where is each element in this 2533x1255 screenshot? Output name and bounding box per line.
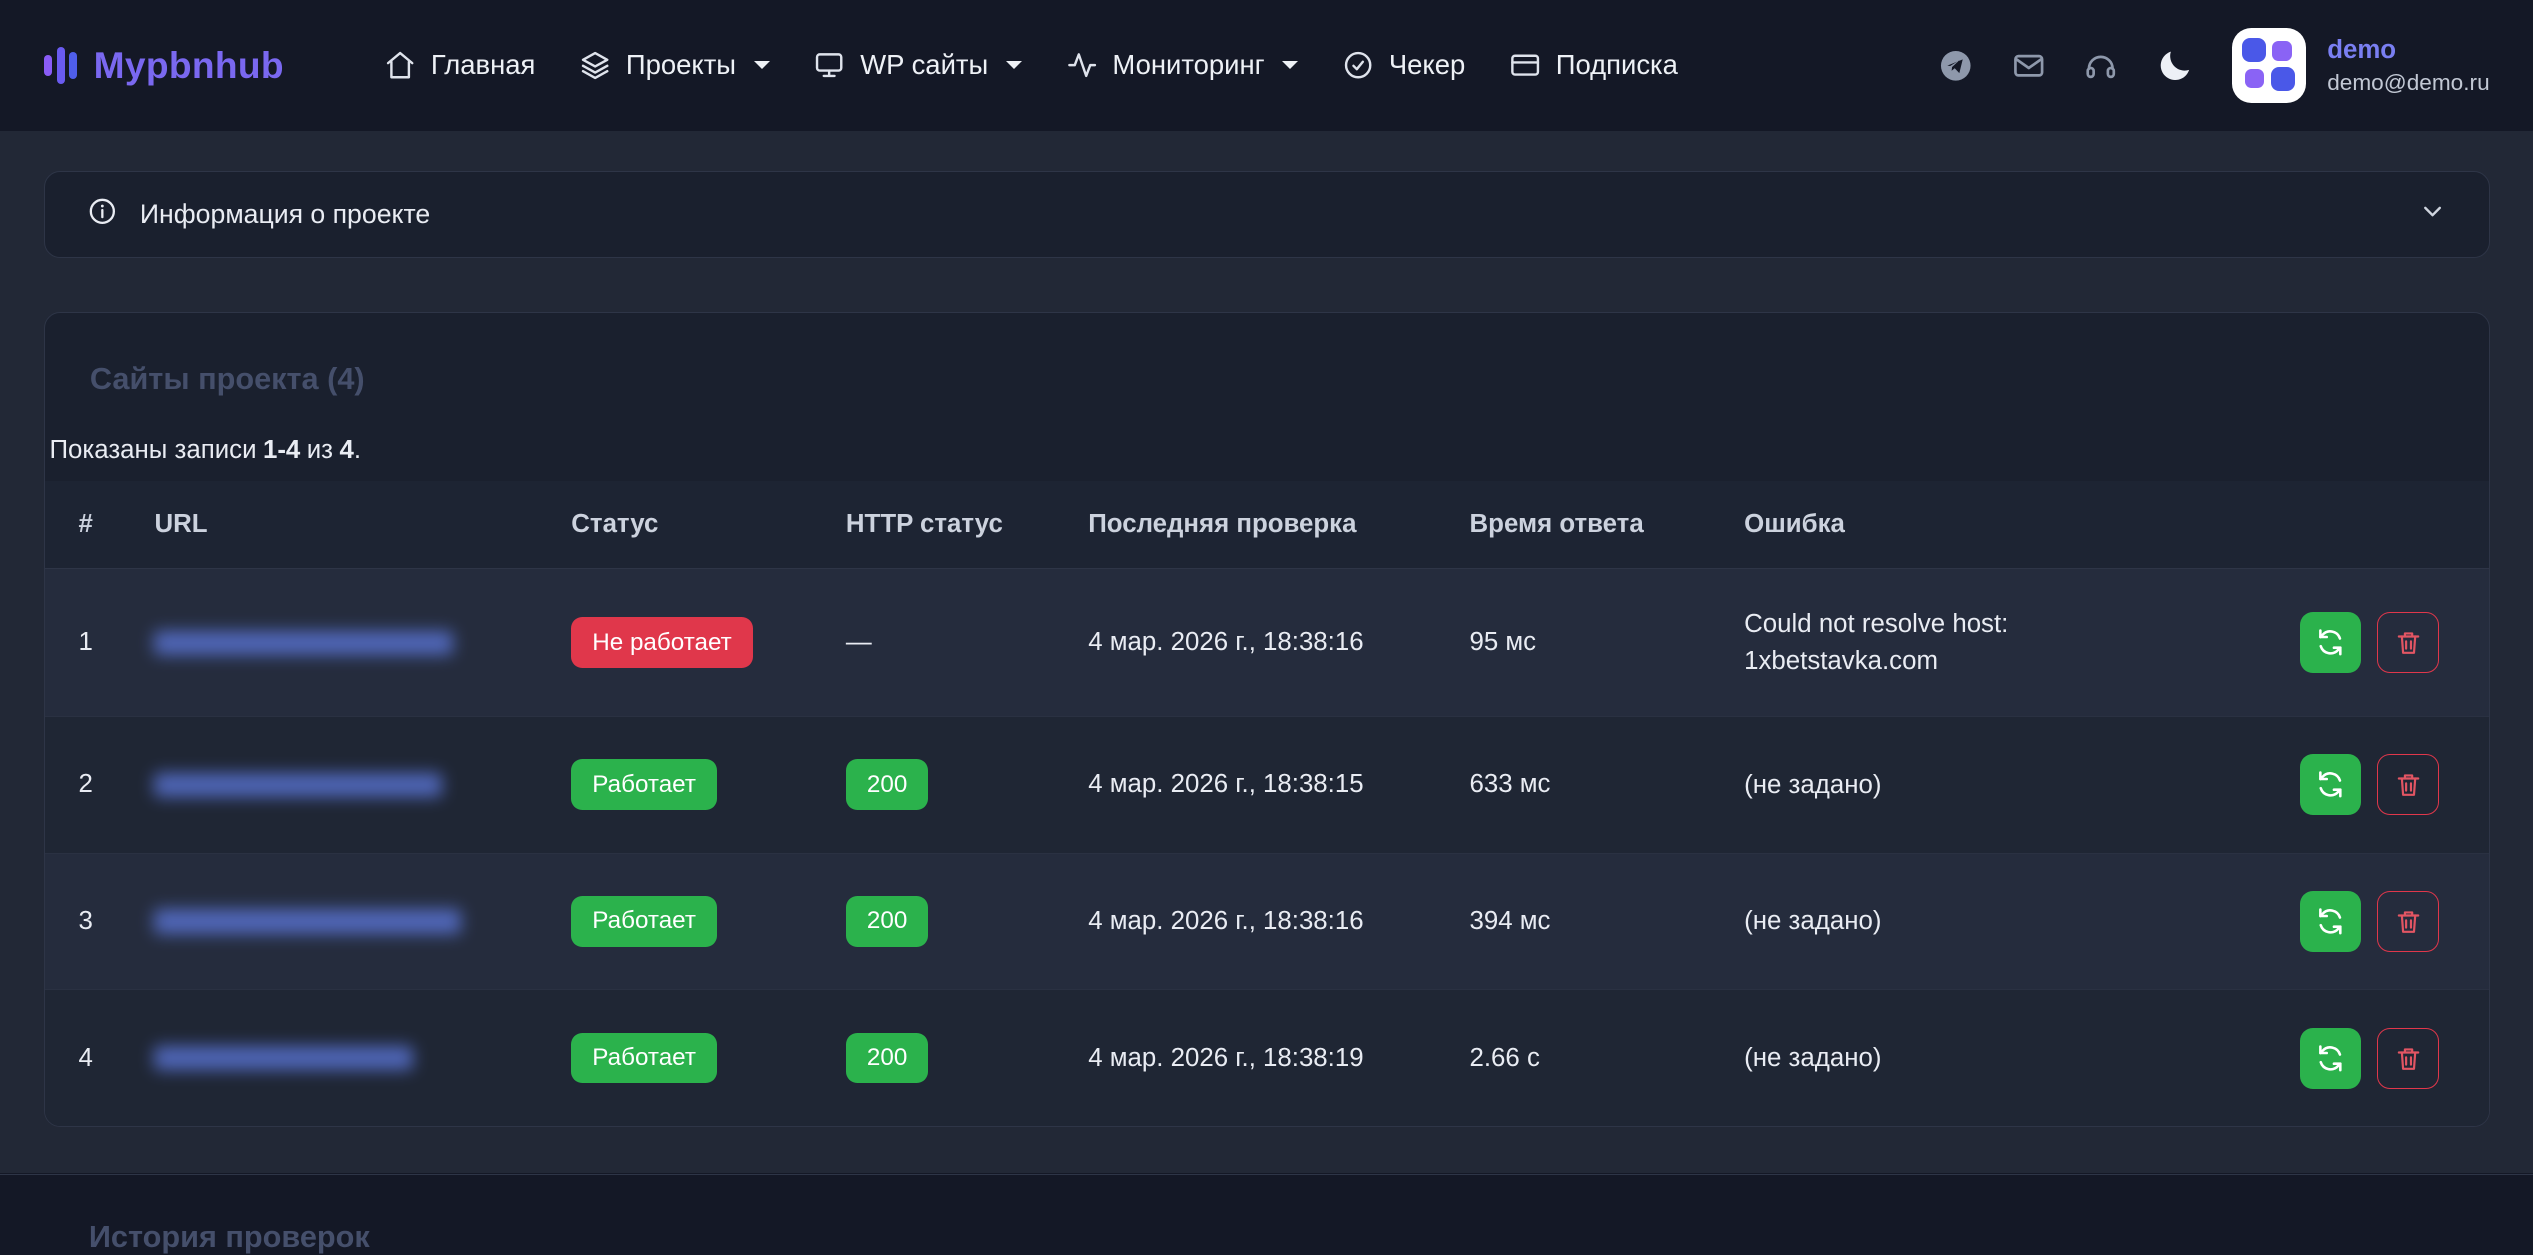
response-time: 394 мс bbox=[1450, 853, 1725, 990]
last-check: 4 мар. 2026 г., 18:38:16 bbox=[1069, 853, 1450, 990]
col-header-checked: Последняя проверка bbox=[1069, 481, 1450, 569]
last-check: 4 мар. 2026 г., 18:38:19 bbox=[1069, 990, 1450, 1126]
brand-bars-icon bbox=[44, 47, 78, 84]
telegram-icon[interactable] bbox=[1938, 48, 1974, 84]
nav-item-label: Подписка bbox=[1556, 49, 1678, 81]
brand-logo[interactable]: Mypbnhub bbox=[44, 44, 284, 87]
row-num: 3 bbox=[45, 853, 135, 990]
nav-item-projects[interactable]: Проекты bbox=[579, 49, 770, 81]
site-url-redacted[interactable] bbox=[154, 631, 453, 655]
home-icon bbox=[384, 49, 416, 81]
response-time: 633 мс bbox=[1450, 716, 1725, 853]
project-info-accordion[interactable]: Информация о проекте bbox=[44, 171, 2490, 258]
delete-button[interactable] bbox=[2377, 612, 2439, 673]
site-url-redacted[interactable] bbox=[154, 909, 461, 933]
nav-item-label: WP сайты bbox=[860, 49, 988, 81]
http-status: — bbox=[827, 569, 1069, 717]
check-circle-icon bbox=[1342, 49, 1374, 81]
table-row: 2 Работает 200 4 мар. 2026 г., 18:38:15 … bbox=[45, 716, 2490, 853]
error-message: (не задано) bbox=[1744, 1040, 2116, 1076]
status-badge: Работает bbox=[571, 759, 717, 810]
site-url-redacted[interactable] bbox=[154, 773, 442, 797]
nav-item-checker[interactable]: Чекер bbox=[1342, 49, 1465, 81]
http-status-badge: 200 bbox=[846, 896, 928, 947]
response-time: 95 мс bbox=[1450, 569, 1725, 717]
last-check: 4 мар. 2026 г., 18:38:16 bbox=[1069, 569, 1450, 717]
info-icon bbox=[87, 196, 118, 234]
error-message: (не задано) bbox=[1744, 903, 2116, 939]
sites-card: Сайты проекта (4) Показаны записи1-4из4.… bbox=[44, 312, 2490, 1127]
http-status-badge: 200 bbox=[846, 759, 928, 810]
delete-button[interactable] bbox=[2377, 1028, 2439, 1089]
sites-table: # URL Статус HTTP статус Последняя прове… bbox=[45, 481, 2490, 1126]
user-email: demo@demo.ru bbox=[2327, 68, 2489, 97]
col-header-url: URL bbox=[135, 481, 552, 569]
avatar[interactable] bbox=[2232, 28, 2306, 102]
status-badge: Работает bbox=[571, 1033, 717, 1084]
brand-name: Mypbnhub bbox=[94, 44, 284, 87]
info-panel-label: Информация о проекте bbox=[140, 199, 430, 230]
nav-item-subscription[interactable]: Подписка bbox=[1509, 49, 1678, 81]
http-status-badge: 200 bbox=[846, 1033, 928, 1084]
top-navbar: Mypbnhub Главная Проекты WP сайты Монито… bbox=[0, 0, 2533, 131]
col-header-actions bbox=[2281, 481, 2490, 569]
nav-item-label: Главная bbox=[431, 49, 536, 81]
headphones-icon[interactable] bbox=[2083, 48, 2119, 84]
credit-card-icon bbox=[1509, 49, 1541, 81]
col-header-response: Время ответа bbox=[1450, 481, 1725, 569]
sites-card-title: Сайты проекта (4) bbox=[45, 313, 2489, 433]
table-row: 1 Не работает — 4 мар. 2026 г., 18:38:16… bbox=[45, 569, 2490, 717]
chevron-down-icon bbox=[2418, 197, 2447, 233]
row-num: 1 bbox=[45, 569, 135, 717]
recheck-button[interactable] bbox=[2300, 754, 2361, 815]
page-content: Информация о проекте Сайты проекта (4) П… bbox=[0, 131, 2533, 1255]
nav-item-wp-sites[interactable]: WP сайты bbox=[813, 49, 1022, 81]
table-header-row: # URL Статус HTTP статус Последняя прове… bbox=[45, 481, 2490, 569]
monitor-icon bbox=[813, 49, 845, 81]
status-badge: Работает bbox=[571, 896, 717, 947]
moon-icon[interactable] bbox=[2156, 46, 2195, 85]
main-nav: Главная Проекты WP сайты Мониторинг Чеке… bbox=[384, 49, 1678, 81]
response-time: 2.66 с bbox=[1450, 990, 1725, 1126]
col-header-num: # bbox=[45, 481, 135, 569]
nav-item-label: Чекер bbox=[1389, 49, 1465, 81]
nav-item-label: Мониторинг bbox=[1112, 49, 1264, 81]
chevron-down-icon bbox=[754, 61, 770, 69]
site-url-redacted[interactable] bbox=[154, 1046, 412, 1070]
nav-item-monitoring[interactable]: Мониторинг bbox=[1066, 49, 1299, 81]
row-num: 4 bbox=[45, 990, 135, 1126]
status-badge: Не работает bbox=[571, 617, 752, 668]
error-message: Could not resolve host: 1xbetstavka.com bbox=[1744, 606, 2116, 678]
user-name[interactable]: demo bbox=[2327, 34, 2489, 68]
nav-item-home[interactable]: Главная bbox=[384, 49, 535, 81]
col-header-error: Ошибка bbox=[1725, 481, 2281, 569]
recheck-button[interactable] bbox=[2300, 612, 2361, 673]
delete-button[interactable] bbox=[2377, 754, 2439, 815]
mail-icon[interactable] bbox=[2011, 48, 2047, 84]
row-num: 2 bbox=[45, 716, 135, 853]
table-summary: Показаны записи1-4из4. bbox=[45, 433, 2489, 481]
error-message: (не задано) bbox=[1744, 767, 2116, 803]
last-check: 4 мар. 2026 г., 18:38:15 bbox=[1069, 716, 1450, 853]
user-info: demo demo@demo.ru bbox=[2327, 34, 2489, 97]
chevron-down-icon bbox=[1282, 61, 1298, 69]
nav-item-label: Проекты bbox=[626, 49, 736, 81]
history-section: История проверок bbox=[44, 1175, 2490, 1255]
table-row: 4 Работает 200 4 мар. 2026 г., 18:38:19 … bbox=[45, 990, 2490, 1126]
layers-icon bbox=[579, 49, 611, 81]
chevron-down-icon bbox=[1006, 61, 1022, 69]
table-row: 3 Работает 200 4 мар. 2026 г., 18:38:16 … bbox=[45, 853, 2490, 990]
recheck-button[interactable] bbox=[2300, 891, 2361, 952]
history-section-title: История проверок bbox=[44, 1175, 2490, 1255]
col-header-http: HTTP статус bbox=[827, 481, 1069, 569]
col-header-status: Статус bbox=[552, 481, 827, 569]
navbar-right: demo demo@demo.ru bbox=[1938, 28, 2490, 102]
recheck-button[interactable] bbox=[2300, 1028, 2361, 1089]
activity-icon bbox=[1066, 49, 1098, 81]
delete-button[interactable] bbox=[2377, 891, 2439, 952]
